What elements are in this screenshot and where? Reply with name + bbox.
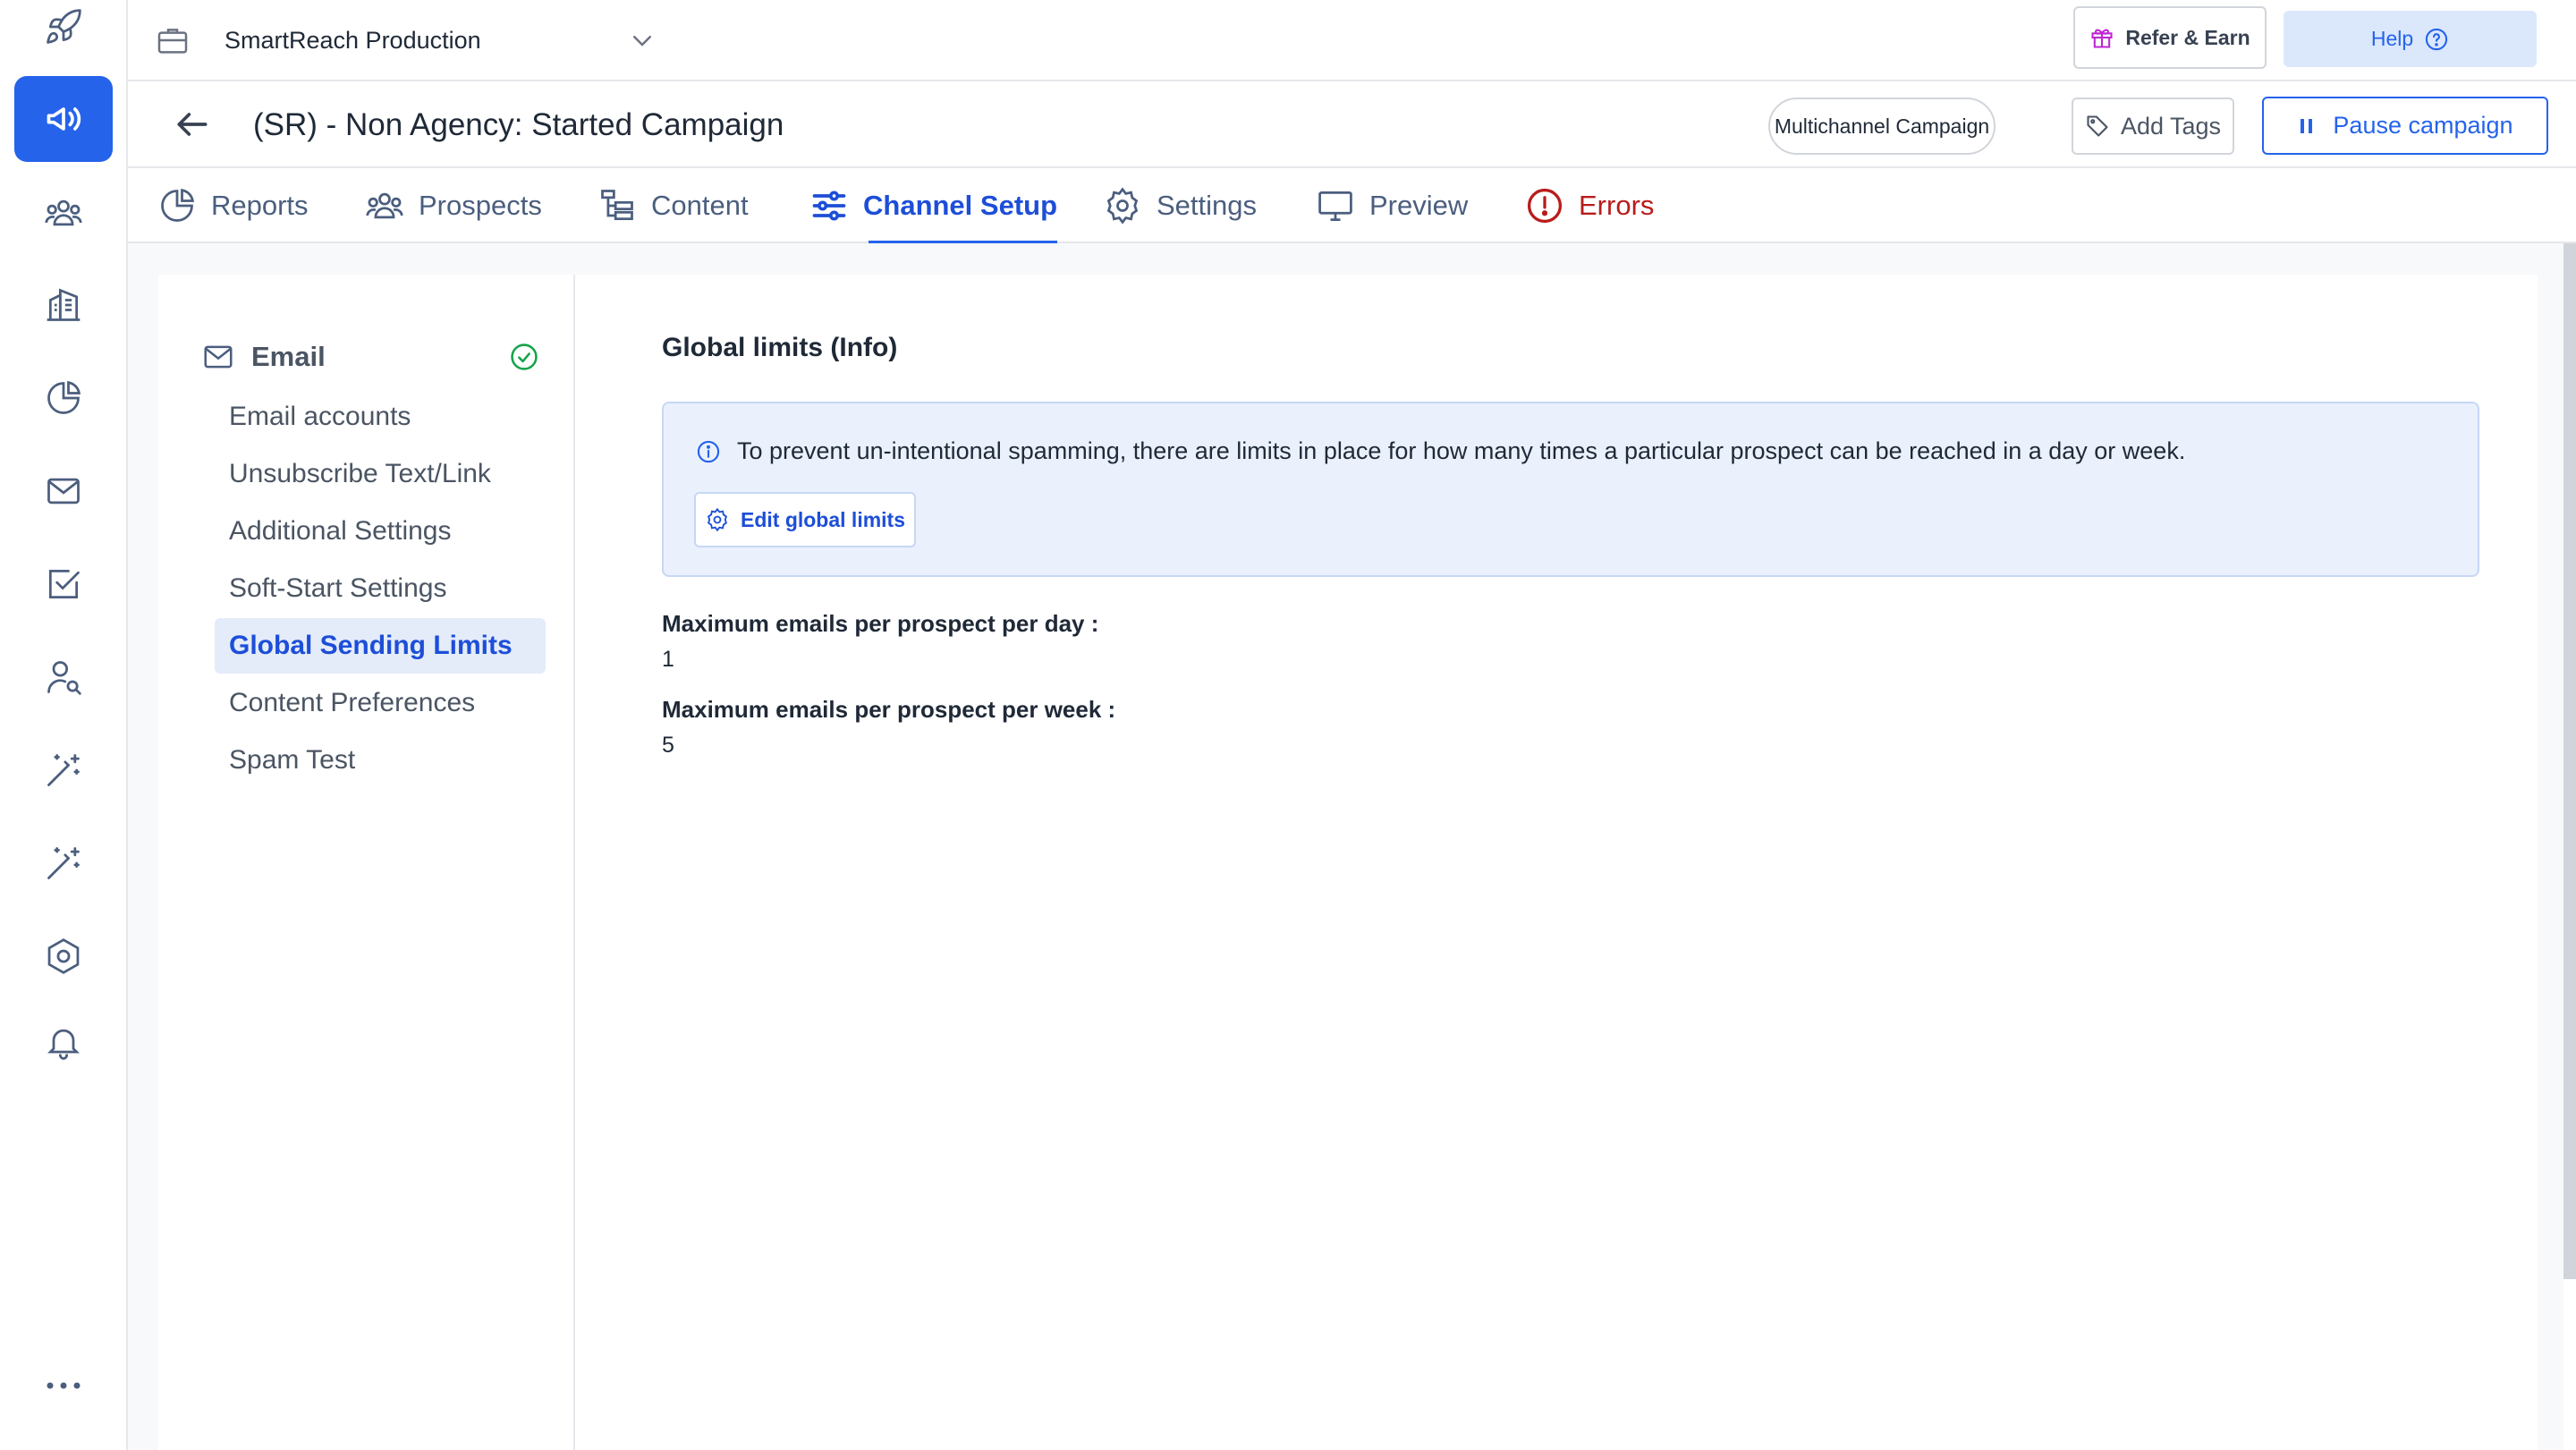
gift-icon — [2091, 29, 2113, 48]
campaign-type-badge[interactable]: Multichannel Campaign — [1768, 98, 1996, 155]
check-circle-icon — [509, 342, 539, 372]
daily-limit-label: Maximum emails per prospect per day : — [662, 610, 1099, 637]
campaign-tabs: Reports Prospects Content Channel Setup … — [128, 168, 2576, 245]
building-icon — [47, 288, 80, 321]
panel-title: Global limits (Info) — [662, 333, 898, 362]
top-bar: SmartReach Production Refer & Earn Help — [128, 0, 2576, 81]
rocket-icon — [47, 9, 81, 44]
tab-label: Errors — [1579, 190, 1655, 221]
pie-chart-icon — [47, 380, 81, 414]
tab-content[interactable]: Content — [597, 168, 749, 243]
pie-chart-icon — [161, 188, 195, 222]
campaign-title[interactable]: (SR) - Non Agency: Started Campaign — [253, 103, 787, 148]
sliders-icon — [812, 191, 846, 221]
briefcase-icon — [155, 22, 191, 58]
tab-label: Preview — [1369, 190, 1469, 221]
info-icon — [697, 440, 720, 462]
rail-notifications[interactable] — [14, 999, 113, 1085]
rail-tasks[interactable] — [14, 541, 113, 627]
refer-earn-button[interactable]: Refer & Earn — [2073, 6, 2267, 69]
mail-icon — [47, 478, 80, 505]
email-channel-header[interactable]: Email — [201, 334, 539, 380]
tag-icon — [2087, 115, 2108, 137]
add-tags-button[interactable]: Add Tags — [2072, 98, 2234, 155]
megaphone-icon — [47, 107, 81, 131]
subnav-email-accounts[interactable]: Email accounts — [215, 389, 546, 445]
campaign-header: (SR) - Non Agency: Started Campaign Mult… — [128, 81, 2576, 168]
mail-icon — [201, 340, 235, 374]
pause-icon — [2301, 118, 2313, 133]
rail-settings[interactable] — [14, 913, 113, 999]
rail-prospects[interactable] — [14, 634, 113, 720]
workspace-name: SmartReach Production — [225, 26, 481, 54]
subnav-additional-settings[interactable]: Additional Settings — [215, 504, 546, 559]
refer-earn-label: Refer & Earn — [2125, 25, 2250, 49]
subnav-content-preferences[interactable]: Content Preferences — [215, 675, 546, 731]
help-button[interactable]: Help — [2284, 11, 2537, 67]
weekly-limit-value: 5 — [662, 733, 674, 758]
pause-campaign-button[interactable]: Pause campaign — [2262, 97, 2548, 155]
subnav-spam-test[interactable]: Spam Test — [215, 733, 546, 788]
left-rail — [0, 0, 128, 1450]
tab-prospects[interactable]: Prospects — [365, 168, 542, 243]
info-callout: To prevent un-intentional spamming, ther… — [662, 402, 2479, 577]
tab-label: Content — [651, 190, 749, 221]
tab-settings[interactable]: Settings — [1103, 168, 1257, 243]
rail-team[interactable] — [14, 170, 113, 256]
info-text: To prevent un-intentional spamming, ther… — [737, 437, 2186, 464]
chevron-down-icon — [629, 27, 656, 54]
rail-ai-writer[interactable] — [14, 820, 113, 906]
tab-errors[interactable]: Errors — [1525, 168, 1654, 243]
daily-limit-value: 1 — [662, 647, 674, 672]
team-icon — [45, 199, 82, 226]
tab-label: Channel Setup — [863, 190, 1058, 221]
tab-preview[interactable]: Preview — [1316, 168, 1468, 243]
user-search-icon — [47, 661, 81, 695]
tab-channel-setup[interactable]: Channel Setup — [809, 168, 1058, 245]
tab-label: Prospects — [419, 190, 542, 221]
question-circle-icon — [2426, 28, 2448, 50]
gear-icon — [1106, 187, 1139, 225]
subnav-soft-start[interactable]: Soft-Start Settings — [215, 561, 546, 616]
channel-subnav: Email Email accounts Unsubscribe Text/Li… — [158, 275, 575, 1450]
more-icon[interactable] — [41, 1369, 86, 1402]
add-tags-label: Add Tags — [2120, 112, 2222, 140]
email-channel-label: Email — [251, 341, 326, 372]
info-message: To prevent un-intentional spamming, ther… — [696, 437, 2185, 465]
task-check-icon — [48, 569, 80, 599]
tab-reports[interactable]: Reports — [157, 168, 309, 243]
tab-label: Reports — [211, 190, 309, 221]
magic-wand-icon — [47, 754, 80, 786]
magic-wand-icon — [47, 847, 80, 879]
edit-global-limits-button[interactable]: Edit global limits — [694, 492, 916, 547]
workspace-selector[interactable]: SmartReach Production — [155, 13, 656, 68]
edit-global-limits-label: Edit global limits — [740, 507, 905, 531]
hexagon-settings-icon — [47, 938, 80, 974]
gear-icon — [707, 507, 728, 532]
tree-icon — [601, 190, 633, 221]
error-icon — [1527, 188, 1563, 224]
subnav-unsubscribe[interactable]: Unsubscribe Text/Link — [215, 446, 546, 502]
tab-label: Settings — [1157, 190, 1258, 221]
bell-icon — [47, 1029, 80, 1060]
rail-campaign-launch[interactable] — [14, 0, 113, 70]
subnav-global-sending-limits[interactable]: Global Sending Limits — [215, 618, 546, 674]
vertical-scrollbar[interactable] — [2563, 243, 2576, 1279]
rail-ai-tools[interactable] — [14, 727, 113, 813]
rail-reports[interactable] — [14, 355, 113, 441]
back-arrow-icon[interactable] — [173, 105, 212, 144]
rail-campaigns[interactable] — [14, 76, 113, 162]
monitor-icon — [1318, 191, 1352, 221]
pause-campaign-label: Pause campaign — [2333, 112, 2513, 139]
weekly-limit-label: Maximum emails per prospect per week : — [662, 696, 1116, 723]
rail-inbox[interactable] — [14, 448, 113, 534]
users-icon — [366, 192, 403, 219]
rail-accounts[interactable] — [14, 262, 113, 348]
help-label: Help — [2370, 27, 2414, 50]
